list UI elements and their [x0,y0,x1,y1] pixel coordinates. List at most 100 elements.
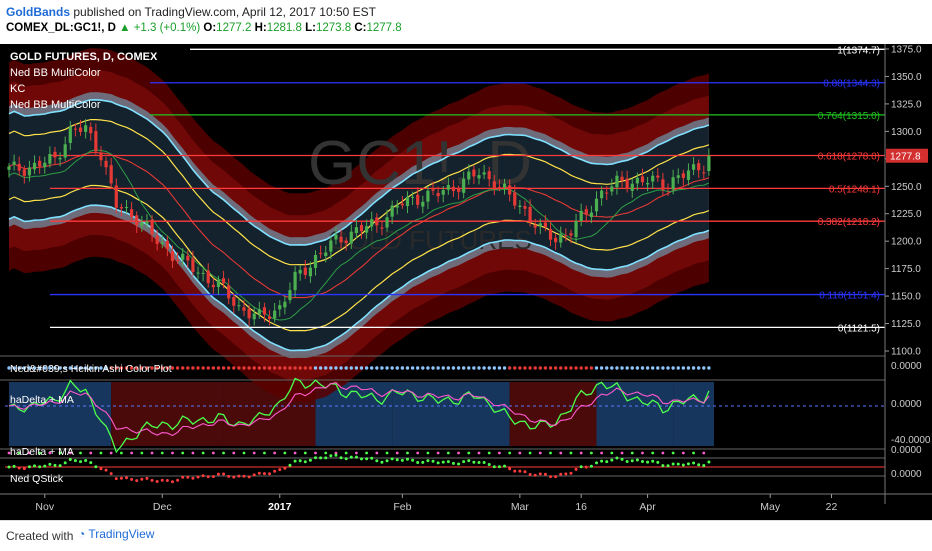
qstick-dot-86 [446,460,450,464]
candle-body-125 [645,183,650,185]
open-label: O: [203,22,217,34]
qstick-dot-87 [451,461,455,465]
qstick-dot-70 [365,457,369,461]
candle-body-37 [196,272,200,274]
qstick-dot-46 [242,474,246,478]
candle-body-132 [681,173,685,178]
hadelta2-dot-88 [457,451,460,455]
candle-body-88 [456,188,461,192]
price-chart[interactable]: GC1!, DGOLD FUTURES 1(1374.7)0.88(1344.3… [0,44,932,520]
ha-dot-125 [645,366,650,370]
ha-dot-77 [400,366,405,370]
hadelta2-dot-70 [365,451,369,455]
candle-body-68 [354,227,358,234]
qstick-dot-107 [554,475,558,479]
qstick-dot-119 [615,456,619,460]
candle-body-108 [559,233,563,243]
hadelta2-dot-30 [160,451,164,455]
candle-body-131 [676,175,680,178]
qstick-dot-55 [288,463,292,467]
candle-body-102 [528,206,532,223]
hadelta2-dot-100 [518,451,522,455]
hadelta2-dot-130 [671,451,675,455]
candle-body-94 [487,171,491,180]
candle-body-74 [385,217,389,228]
tradingview-logo-link[interactable]: ◔ TradingView [78,527,154,541]
qstick-dot-4 [27,465,31,469]
ha-dot-104 [538,366,543,370]
ha-dot-61 [318,366,323,370]
ha-dot-129 [666,366,670,370]
ha-dot-49 [257,366,262,370]
ha-dot-48 [252,366,256,370]
qstick-dot-15 [84,459,88,462]
ha-dot-83 [431,366,435,370]
ha-dot-78 [405,366,410,370]
time-tick-label-3: Feb [393,501,411,513]
ha-dot-110 [569,366,573,370]
ha-dot-58 [303,366,308,370]
candle-body-85 [441,190,445,195]
hadelta2-dot-54 [283,451,287,455]
qstick-dot-133 [686,462,690,466]
qstick-dot-127 [656,460,660,464]
qstick-dot-136 [702,464,706,467]
ha-dot-96 [497,366,502,370]
ha-dot-128 [661,366,665,370]
qstick-dot-91 [472,460,476,464]
qstick-dot-21 [114,477,118,481]
qstick-dot-121 [625,460,629,463]
qstick-dot-67 [349,455,353,459]
ha-dot-56 [293,366,297,370]
qstick-dot-120 [620,457,624,461]
hadelta2-dot-72 [375,451,379,455]
qstick-dot-92 [477,461,481,464]
candle-body-84 [436,192,440,197]
candle-body-6 [38,160,42,167]
ha-dot-133 [686,366,691,370]
hadelta2-dot-106 [549,451,552,455]
candle-body-58 [303,267,307,275]
candle-body-63 [329,240,333,252]
candle-body-112 [579,210,583,221]
qstick-dot-71 [370,456,374,460]
qstick-dot-43 [227,474,231,478]
hadelta2-dot-96 [498,451,501,455]
time-tick-label-6: Apr [639,501,656,513]
ha-dot-82 [426,366,430,370]
candle-body-106 [548,229,553,240]
ha-dot-93 [482,366,486,370]
qstick-dot-41 [216,472,220,476]
candle-body-5 [32,162,37,170]
candle-body-116 [600,190,604,199]
qstick-dot-18 [99,467,103,471]
candle-body-0 [7,166,11,170]
qstick-dot-111 [574,467,578,471]
candle-body-133 [686,170,691,180]
hadelta2-dot-74 [385,451,389,455]
author-link[interactable]: GoldBands [6,5,70,19]
ha-dot-67 [349,366,353,370]
qstick-dot-73 [380,460,384,464]
qstick-dot-68 [354,455,358,459]
candle-body-60 [313,254,318,269]
ha-dot-108 [559,366,563,370]
qstick-dot-114 [589,464,593,468]
candle-body-29 [155,235,159,244]
hadelta2-dot-136 [702,451,706,455]
ha-dot-89 [461,366,466,370]
close-value: 1277.8 [366,22,402,34]
candle-body-49 [257,309,261,315]
candle-body-36 [191,258,195,273]
qstick-dot-24 [130,477,134,481]
hadelta2-dot-46 [242,451,246,455]
candle-body-3 [22,169,26,176]
candle-body-101 [523,206,527,209]
hadelta2-dot-62 [324,451,328,455]
candle-body-87 [451,186,456,192]
candle-body-117 [605,192,609,194]
ha-dot-42 [221,366,226,370]
hadelta2-dot-104 [538,451,542,455]
candle-body-77 [400,203,404,206]
qstick-dot-83 [431,459,435,463]
